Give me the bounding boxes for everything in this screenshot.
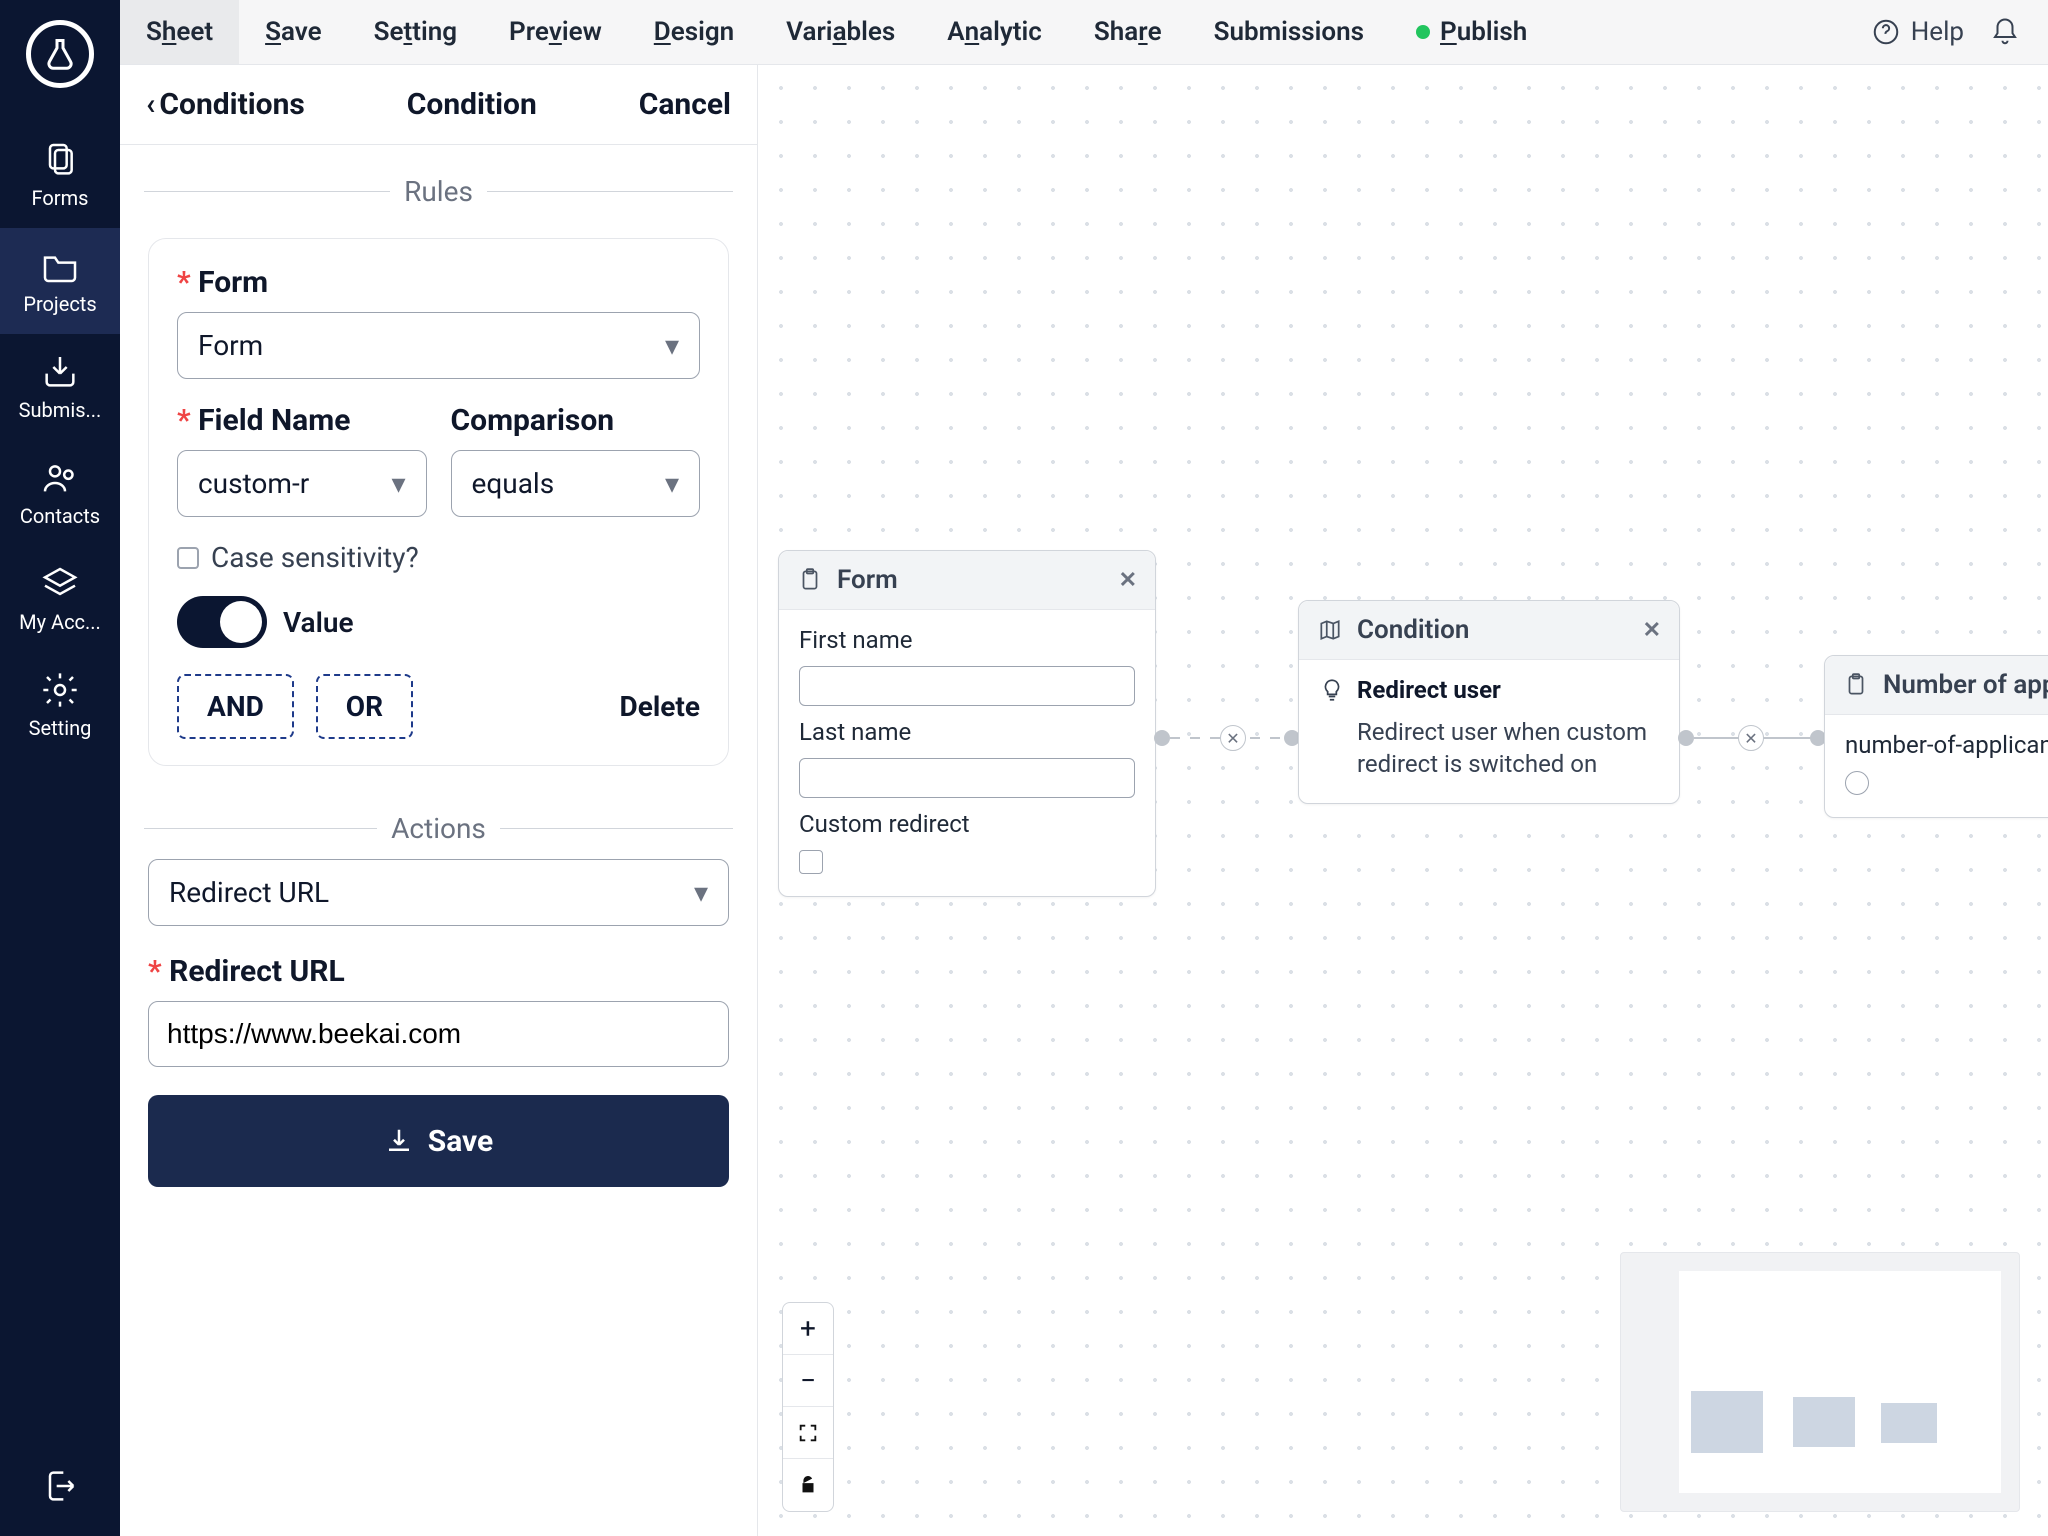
comparison-label: Comparison (451, 403, 701, 438)
save-button[interactable]: Save (148, 1095, 729, 1187)
redirect-url-label: Redirect URL (148, 954, 729, 989)
layers-icon (40, 564, 80, 604)
app-logo (26, 20, 94, 88)
node-form[interactable]: Form ✕ First name Last name Custom redir… (778, 550, 1156, 897)
form-label: Form (177, 265, 700, 300)
rail-item-account[interactable]: My Acc... (0, 546, 120, 652)
menu-submissions[interactable]: Submissions (1188, 0, 1390, 64)
redirect-url-input[interactable] (148, 1001, 729, 1067)
content-split: ‹ Conditions Condition Cancel Rules Form… (120, 65, 2048, 1536)
map-icon (1317, 617, 1343, 643)
flow-canvas[interactable]: Form ✕ First name Last name Custom redir… (758, 65, 2048, 1536)
left-rail: Forms Projects Submis... Contacts My Acc… (0, 0, 120, 1536)
condition-description: Redirect user when custom redirect is sw… (1319, 716, 1659, 781)
bell-icon[interactable] (1990, 17, 2020, 47)
condition-panel: ‹ Conditions Condition Cancel Rules Form… (120, 65, 758, 1536)
close-icon[interactable]: ✕ (1119, 568, 1137, 593)
rail-item-forms[interactable]: Forms (0, 122, 120, 228)
node-applicants[interactable]: Number of appl number-of-applican (1824, 655, 2048, 818)
zoom-in-button[interactable]: + (783, 1303, 833, 1355)
menu-analytic[interactable]: Analytic (921, 0, 1068, 64)
value-toggle-label: Value (283, 606, 354, 639)
node-condition[interactable]: Condition ✕ Redirect user Redirect user … (1298, 600, 1680, 804)
first-name-label: First name (799, 626, 1135, 654)
delete-rule-button[interactable]: Delete (620, 690, 700, 723)
projects-icon (40, 246, 80, 286)
lock-toggle-button[interactable] (783, 1459, 833, 1511)
rule-card: Form Form ▾ Field Name custom-r ▾ Compar… (148, 238, 729, 766)
comparison-select[interactable]: equals ▾ (451, 450, 701, 517)
unlock-icon (797, 1474, 819, 1496)
custom-redirect-checkbox[interactable] (799, 850, 823, 874)
inbox-icon (40, 352, 80, 392)
rail-item-logout[interactable] (0, 1448, 120, 1536)
field-name-label: Field Name (177, 403, 427, 438)
last-name-label: Last name (799, 718, 1135, 746)
and-button[interactable]: AND (177, 674, 294, 739)
first-name-input[interactable] (799, 666, 1135, 706)
menu-setting[interactable]: Setting (348, 0, 483, 64)
flask-icon (42, 36, 78, 72)
menu-save[interactable]: Save (239, 0, 348, 64)
rail-item-projects[interactable]: Projects (0, 228, 120, 334)
publish-status-dot (1416, 25, 1430, 39)
menu-sheet[interactable]: Sheet (120, 0, 239, 64)
fit-view-button[interactable] (783, 1407, 833, 1459)
rail-item-submissions[interactable]: Submis... (0, 334, 120, 440)
rail-item-contacts[interactable]: Contacts (0, 440, 120, 546)
logout-icon (40, 1466, 80, 1506)
form-select[interactable]: Form ▾ (177, 312, 700, 379)
fullscreen-icon (797, 1422, 819, 1444)
gear-icon (40, 670, 80, 710)
case-sensitivity-checkbox[interactable] (177, 547, 199, 569)
case-sensitivity-label: Case sensitivity? (211, 541, 419, 574)
connector-delete-2[interactable]: ✕ (1738, 725, 1764, 751)
menu-preview[interactable]: Preview (483, 0, 628, 64)
lightbulb-icon (1319, 677, 1345, 703)
field-name-select[interactable]: custom-r ▾ (177, 450, 427, 517)
chevron-left-icon: ‹ (146, 87, 155, 122)
port-out-form[interactable] (1154, 730, 1170, 746)
clipboard-icon (1843, 672, 1869, 698)
close-icon[interactable]: ✕ (1643, 618, 1661, 643)
last-name-input[interactable] (799, 758, 1135, 798)
applicants-field-label: number-of-applican (1845, 731, 2048, 759)
actions-section-label: Actions (144, 812, 733, 845)
menu-design[interactable]: Design (628, 0, 760, 64)
chevron-down-icon: ▾ (391, 467, 405, 500)
zoom-controls: + − (782, 1302, 834, 1512)
cancel-button[interactable]: Cancel (639, 87, 731, 122)
connector-delete-1[interactable]: ✕ (1220, 725, 1246, 751)
menu-publish[interactable]: Publish (1390, 0, 1553, 64)
top-menubar: Sheet Save Setting Preview Design Variab… (120, 0, 2048, 65)
chevron-down-icon: ▾ (694, 876, 708, 909)
condition-heading: Redirect user (1319, 676, 1659, 704)
menu-share[interactable]: Share (1068, 0, 1188, 64)
forms-icon (40, 140, 80, 180)
rail-item-setting[interactable]: Setting (0, 652, 120, 758)
clipboard-icon (797, 567, 823, 593)
port-out-condition[interactable] (1678, 730, 1694, 746)
minimap[interactable] (1620, 1252, 2020, 1512)
zoom-out-button[interactable]: − (783, 1355, 833, 1407)
back-to-conditions[interactable]: ‹ Conditions (146, 87, 305, 122)
applicants-radio[interactable] (1845, 771, 1869, 795)
help-button[interactable]: Help (1871, 17, 1964, 47)
contacts-icon (40, 458, 80, 498)
menu-variables[interactable]: Variables (760, 0, 921, 64)
custom-redirect-label: Custom redirect (799, 810, 1135, 838)
value-toggle[interactable] (177, 596, 267, 648)
main-area: Sheet Save Setting Preview Design Variab… (120, 0, 2048, 1536)
chevron-down-icon: ▾ (665, 467, 679, 500)
panel-title: Condition (407, 87, 537, 122)
save-icon (384, 1126, 414, 1156)
help-icon (1871, 17, 1901, 47)
chevron-down-icon: ▾ (665, 329, 679, 362)
action-type-select[interactable]: Redirect URL ▾ (148, 859, 729, 926)
rules-section-label: Rules (144, 175, 733, 208)
or-button[interactable]: OR (316, 674, 413, 739)
